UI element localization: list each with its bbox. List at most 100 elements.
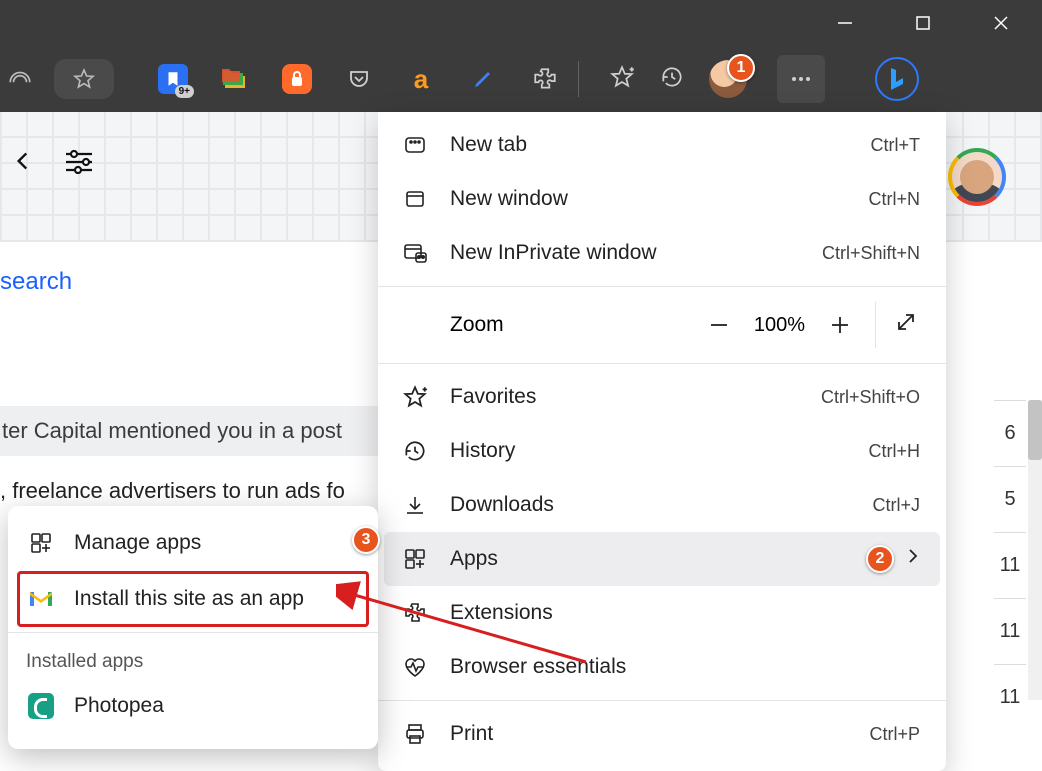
apps-grid-icon (26, 528, 56, 558)
favorite-star-button[interactable] (54, 59, 114, 99)
menu-shortcut: Ctrl+H (868, 441, 920, 462)
browser-toolbar: 9+ a 1 (0, 46, 1042, 112)
window-close-button[interactable] (980, 0, 1022, 46)
window-minimize-button[interactable] (824, 0, 866, 46)
extension-vpn-icon[interactable] (282, 64, 312, 94)
menu-label: Browser essentials (450, 655, 626, 679)
browser-overflow-menu: New tab Ctrl+T New window Ctrl+N New InP… (378, 112, 946, 771)
menu-downloads[interactable]: Downloads Ctrl+J (378, 478, 946, 532)
menu-new-tab[interactable]: New tab Ctrl+T (378, 118, 946, 172)
page-top-controls (10, 148, 94, 179)
scrollbar-track[interactable] (1028, 400, 1042, 700)
scrollbar-thumb[interactable] (1028, 400, 1042, 460)
submenu-label: Install this site as an app (74, 587, 304, 611)
extension-pocket-icon[interactable] (344, 64, 374, 94)
menu-browser-essentials[interactable]: Browser essentials (378, 640, 946, 694)
favorites-icon[interactable] (609, 64, 635, 95)
new-tab-icon (400, 130, 430, 160)
puzzle-icon (400, 598, 430, 628)
extension-saver-icon[interactable]: 9+ (158, 64, 188, 94)
zoom-value: 100% (754, 314, 805, 337)
heartbeat-icon (400, 652, 430, 682)
google-account-avatar[interactable] (948, 148, 1006, 206)
toolbar-right-tools: 1 (609, 55, 919, 103)
submenu-app-photopea[interactable]: Photopea (8, 679, 378, 733)
fullscreen-button[interactable] (894, 310, 924, 340)
extension-badge: 9+ (175, 85, 194, 98)
menu-new-window[interactable]: New window Ctrl+N (378, 172, 946, 226)
menu-shortcut: Ctrl+Shift+O (821, 387, 920, 408)
window-maximize-button[interactable] (902, 0, 944, 46)
inprivate-icon (400, 238, 430, 268)
zoom-out-button[interactable] (702, 308, 736, 342)
download-icon (400, 490, 430, 520)
chevron-right-icon (906, 547, 920, 571)
printer-icon (400, 719, 430, 749)
extensions-puzzle-icon[interactable] (530, 64, 560, 94)
apps-submenu: Manage apps 3 Install this site as an ap… (8, 506, 378, 749)
side-cell: 5 (994, 466, 1026, 532)
menu-print[interactable]: Print Ctrl+P (378, 707, 946, 761)
side-cell: 11 (994, 664, 1026, 730)
menu-label: History (450, 439, 515, 463)
menu-label: New InPrivate window (450, 241, 657, 265)
menu-label: Print (450, 722, 493, 746)
menu-label: Favorites (450, 385, 536, 409)
menu-shortcut: Ctrl+J (872, 495, 920, 516)
submenu-separator (8, 632, 378, 633)
menu-new-inprivate[interactable]: New InPrivate window Ctrl+Shift+N (378, 226, 946, 280)
apps-grid-icon (400, 544, 430, 574)
menu-separator (378, 363, 946, 364)
submenu-label: Photopea (74, 694, 164, 718)
back-chevron-icon[interactable] (10, 148, 36, 179)
side-column: 6 5 11 11 11 (994, 400, 1026, 730)
submenu-label: Manage apps (74, 531, 201, 555)
menu-label: New window (450, 187, 568, 211)
extension-pen-icon[interactable] (468, 64, 498, 94)
search-link[interactable]: search (0, 268, 72, 296)
submenu-install-site-as-app[interactable]: Install this site as an app (18, 572, 368, 626)
window-titlebar (0, 0, 1042, 46)
side-cell: 6 (994, 400, 1026, 466)
content-line: , freelance advertisers to run ads fo (0, 478, 345, 504)
read-aloud-icon[interactable] (0, 59, 40, 99)
menu-extensions[interactable]: Extensions (378, 586, 946, 640)
menu-shortcut: Ctrl+T (871, 135, 921, 156)
new-window-icon (400, 184, 430, 214)
zoom-in-button[interactable] (823, 308, 857, 342)
extension-folders-icon[interactable] (220, 64, 250, 94)
profile-avatar[interactable]: 1 (709, 60, 747, 98)
menu-separator (378, 700, 946, 701)
notification-post-text: ter Capital mentioned you in a post (0, 406, 380, 456)
menu-label: Downloads (450, 493, 554, 517)
submenu-section-label: Installed apps (8, 639, 378, 679)
menu-shortcut: Ctrl+N (868, 189, 920, 210)
zoom-label: Zoom (450, 313, 504, 337)
menu-history[interactable]: History Ctrl+H (378, 424, 946, 478)
menu-apps[interactable]: Apps 2 (384, 532, 940, 586)
favorites-star-icon (400, 382, 430, 412)
annotation-1: 1 (727, 54, 755, 82)
history-clock-icon (400, 436, 430, 466)
menu-shortcut: Ctrl+P (869, 724, 920, 745)
submenu-manage-apps[interactable]: Manage apps 3 (8, 516, 378, 570)
toolbar-separator (578, 61, 579, 97)
menu-label: New tab (450, 133, 527, 157)
extension-a-icon[interactable]: a (406, 64, 436, 94)
annotation-2: 2 (866, 545, 894, 573)
menu-label: Extensions (450, 601, 553, 625)
photopea-icon (26, 691, 56, 721)
menu-label: Apps (450, 547, 498, 571)
settings-more-button[interactable] (777, 55, 825, 103)
history-icon[interactable] (659, 64, 685, 95)
gmail-icon (26, 584, 56, 614)
zoom-separator (875, 302, 876, 348)
bing-chat-icon[interactable] (875, 57, 919, 101)
side-cell: 11 (994, 532, 1026, 598)
menu-favorites[interactable]: Favorites Ctrl+Shift+O (378, 370, 946, 424)
side-cell: 11 (994, 598, 1026, 664)
menu-separator (378, 286, 946, 287)
annotation-3: 3 (352, 526, 380, 554)
filter-sliders-icon[interactable] (64, 148, 94, 179)
menu-zoom-row: Zoom 100% (378, 293, 946, 357)
